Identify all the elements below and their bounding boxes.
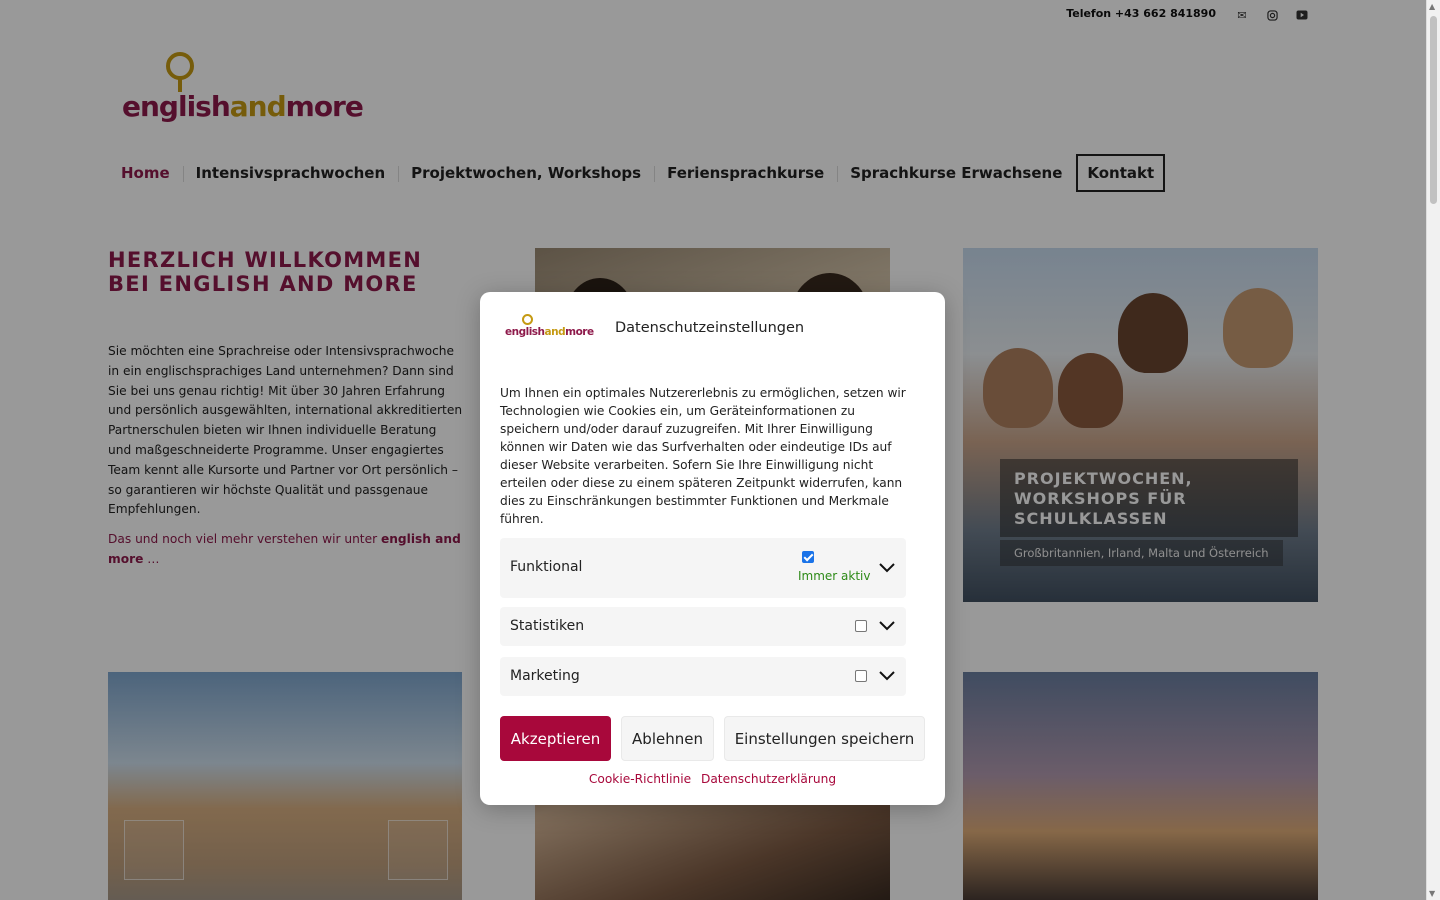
scrollbar-thumb[interactable]: [1430, 16, 1437, 204]
dialog-logo: englishandmore: [502, 312, 594, 342]
statistiken-checkbox[interactable]: [855, 620, 867, 632]
category-label: Statistiken: [510, 618, 585, 634]
scroll-down-icon[interactable]: ▼: [1429, 889, 1435, 898]
always-active-label: Immer aktiv: [798, 569, 871, 583]
category-label: Marketing: [510, 668, 580, 684]
funktional-checkbox: [802, 551, 814, 563]
category-statistiken[interactable]: Statistiken: [500, 607, 906, 646]
scroll-up-icon[interactable]: ▲: [1429, 2, 1435, 11]
marketing-checkbox[interactable]: [855, 670, 867, 682]
dialog-links: Cookie-Richtlinie Datenschutzerklärung: [480, 772, 945, 786]
dialog-title: Datenschutzeinstellungen: [615, 320, 805, 336]
dialog-text: Um Ihnen ein optimales Nutzererlebnis zu…: [500, 386, 906, 526]
accept-button[interactable]: Akzeptieren: [500, 716, 611, 761]
category-label: Funktional: [510, 559, 583, 575]
save-settings-button[interactable]: Einstellungen speichern: [724, 716, 925, 761]
cookie-policy-link[interactable]: Cookie-Richtlinie: [589, 772, 691, 786]
chevron-down-icon[interactable]: [878, 617, 896, 635]
page-scrollbar[interactable]: ▲ ▼: [1426, 0, 1440, 900]
chevron-down-icon[interactable]: [878, 667, 896, 685]
privacy-link[interactable]: Datenschutzerklärung: [701, 772, 836, 786]
cookie-consent-dialog: englishandmore Datenschutzeinstellungen …: [480, 292, 945, 805]
chevron-down-icon[interactable]: [878, 559, 896, 577]
category-marketing[interactable]: Marketing: [500, 657, 906, 696]
category-funktional[interactable]: Funktional Immer aktiv: [500, 538, 906, 598]
deny-button[interactable]: Ablehnen: [621, 716, 714, 761]
lightbulb-icon: [522, 314, 533, 325]
